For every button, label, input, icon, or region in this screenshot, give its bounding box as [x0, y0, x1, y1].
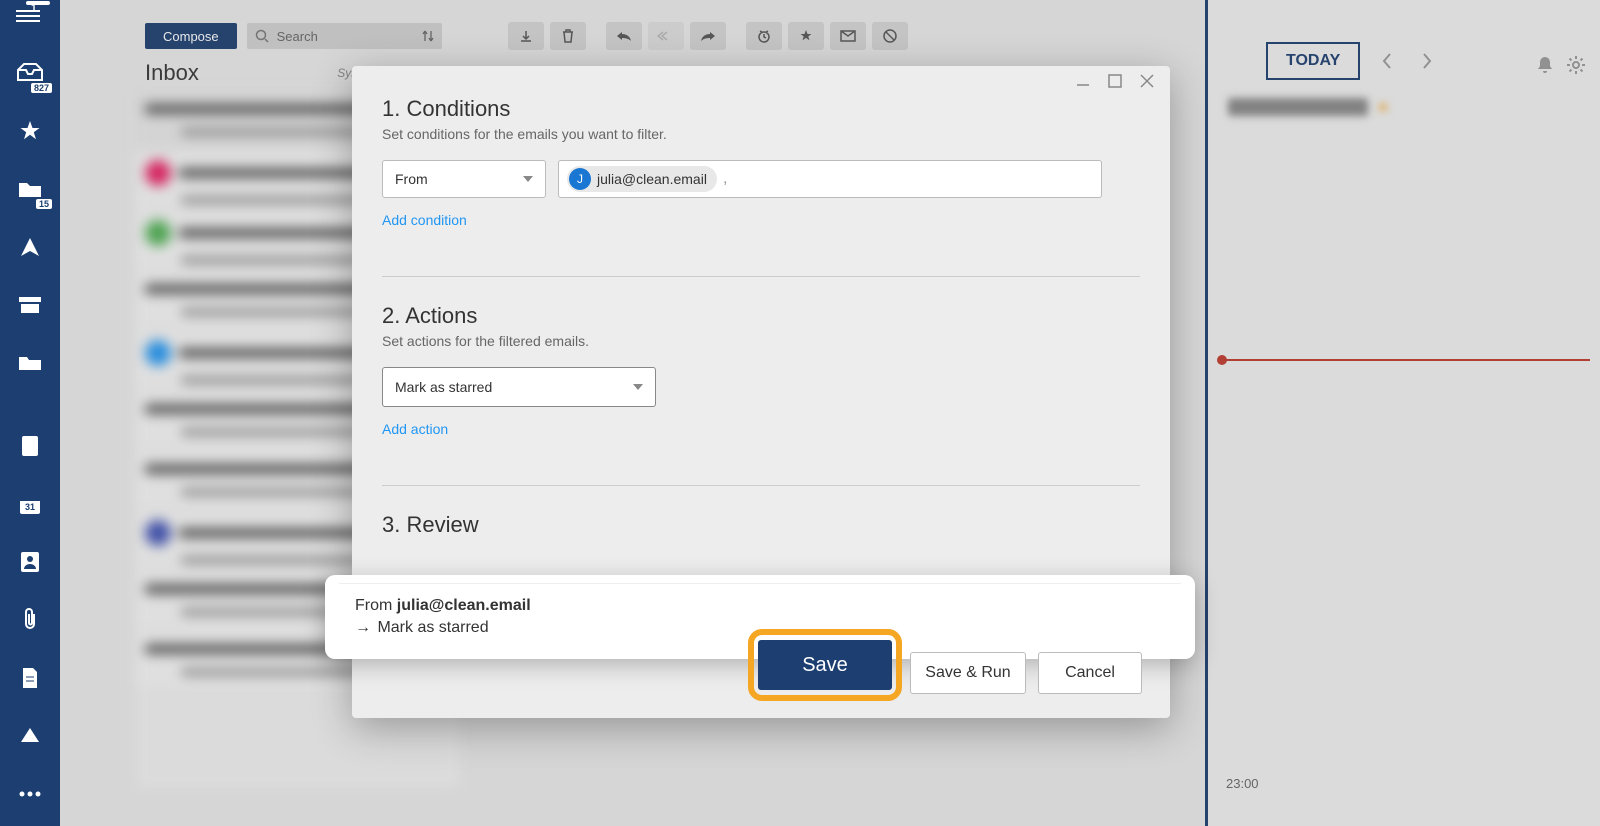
left-navigation-rail: 1 827 15 31 — [0, 0, 60, 826]
document-icon[interactable] — [12, 660, 48, 696]
attachments-icon[interactable] — [12, 602, 48, 638]
calendar-rail-icon[interactable]: 31 — [12, 486, 48, 522]
action-select[interactable]: Mark as starred — [382, 367, 656, 407]
dialog-close-icon[interactable] — [1140, 74, 1158, 88]
conditions-desc: Set conditions for the emails you want t… — [382, 126, 1140, 142]
folder-badge: 15 — [36, 199, 52, 209]
dialog-minimize-icon[interactable] — [1076, 74, 1094, 88]
save-and-run-button[interactable]: Save & Run — [910, 652, 1026, 694]
condition-value-input[interactable]: J julia@clean.email , — [558, 160, 1102, 198]
add-condition-link[interactable]: Add condition — [382, 212, 1140, 228]
chevron-down-icon — [523, 176, 533, 182]
svg-text:31: 31 — [25, 502, 35, 512]
review-action-text: → Mark as starred — [355, 619, 1165, 637]
conditions-title: 1. Conditions — [382, 96, 1140, 122]
more-icon[interactable] — [12, 776, 48, 812]
chevron-down-icon — [633, 384, 643, 390]
actions-title: 2. Actions — [382, 303, 1140, 329]
starred-icon[interactable] — [12, 113, 48, 149]
folder-icon[interactable] — [12, 345, 48, 381]
divider — [382, 276, 1140, 277]
action-select-label: Mark as starred — [395, 379, 492, 395]
condition-field-select[interactable]: From — [382, 160, 546, 198]
chip-separator: , — [723, 170, 727, 188]
notes-icon[interactable] — [12, 428, 48, 464]
inbox-icon[interactable]: 827 — [12, 55, 48, 91]
divider — [382, 485, 1140, 486]
archive-icon[interactable] — [12, 287, 48, 323]
chip-avatar: J — [569, 168, 591, 190]
dialog-maximize-icon[interactable] — [1108, 74, 1126, 88]
inbox-count-badge: 827 — [31, 83, 52, 93]
cancel-button[interactable]: Cancel — [1038, 652, 1142, 694]
review-title: 3. Review — [382, 512, 1140, 538]
contacts-icon[interactable] — [12, 544, 48, 580]
add-action-link[interactable]: Add action — [382, 421, 1140, 437]
drive-icon[interactable] — [12, 718, 48, 754]
sent-icon[interactable] — [12, 229, 48, 265]
hamburger-badge: 1 — [26, 1, 50, 5]
hamburger-menu-icon[interactable]: 1 — [16, 5, 44, 27]
actions-desc: Set actions for the filtered emails. — [382, 333, 1140, 349]
review-condition-text: From julia@clean.email — [355, 597, 1165, 615]
condition-field-label: From — [395, 171, 428, 187]
save-button[interactable]: Save — [758, 640, 892, 690]
chip-email: julia@clean.email — [597, 171, 707, 187]
email-chip[interactable]: J julia@clean.email — [567, 166, 717, 192]
folder-badged-icon[interactable]: 15 — [12, 171, 48, 207]
